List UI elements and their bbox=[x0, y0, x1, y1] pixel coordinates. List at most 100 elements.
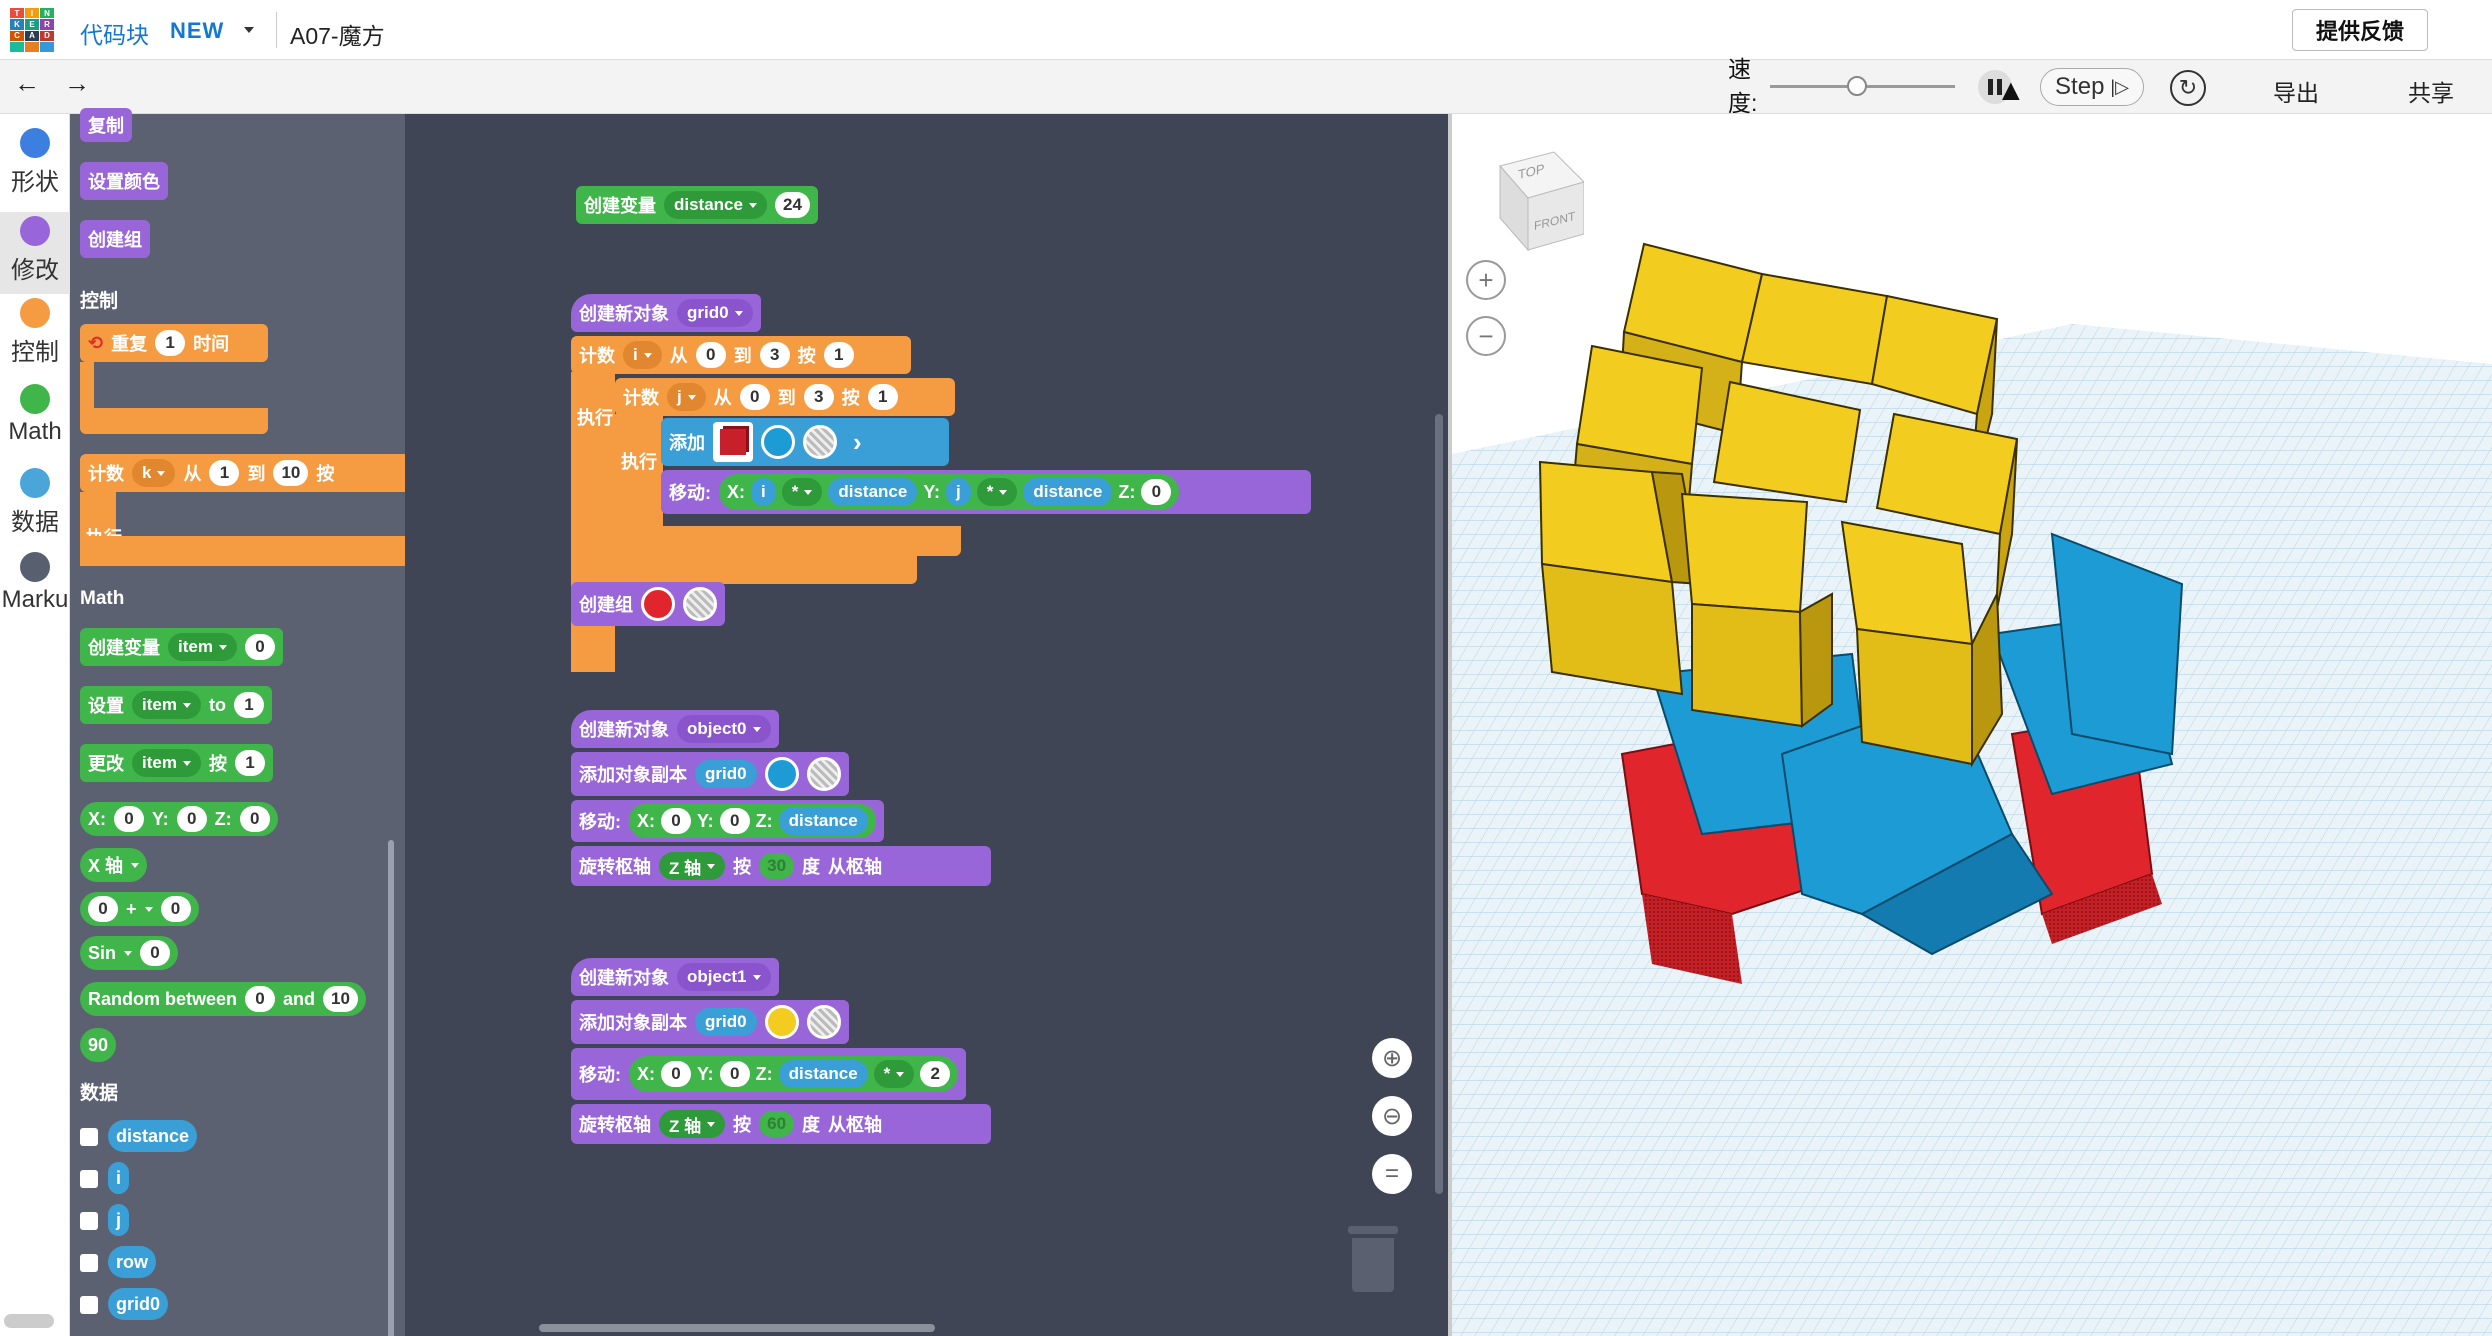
create-group-block[interactable]: 创建组 bbox=[80, 220, 150, 258]
zoom-out-icon[interactable]: ⊖ bbox=[1372, 1096, 1412, 1136]
hole-swatch[interactable] bbox=[683, 587, 717, 621]
create-variable-block[interactable]: 创建变量 distance 24 bbox=[576, 186, 818, 224]
operator-dropdown[interactable]: * bbox=[873, 1060, 915, 1088]
variable-block-distance[interactable]: distance bbox=[778, 1060, 868, 1088]
loop-var-dropdown[interactable]: i bbox=[623, 341, 662, 369]
horizontal-scrollbar[interactable] bbox=[4, 1314, 54, 1328]
zoom-in-icon[interactable]: ⊕ bbox=[1372, 1038, 1412, 1078]
operator-dropdown[interactable]: * bbox=[781, 478, 823, 506]
change-variable-block[interactable]: 更改 item 按 1 bbox=[80, 744, 273, 782]
add-shape-block[interactable]: 添加 › bbox=[661, 418, 949, 466]
axis-dropdown[interactable]: Z 轴 bbox=[659, 852, 726, 880]
category-math[interactable]: Math bbox=[0, 384, 70, 446]
viewport-zoom-in-button[interactable]: + bbox=[1466, 260, 1506, 300]
x-input[interactable]: 0 bbox=[114, 806, 144, 832]
xyz-block[interactable]: X: 0 Y: 0 Z: 0 bbox=[80, 802, 278, 836]
feedback-button[interactable]: 提供反馈 bbox=[2292, 9, 2428, 51]
rotate-pivot-block[interactable]: 旋转枢轴 Z 轴 按 30 度 从枢轴 bbox=[571, 846, 991, 886]
view-cube[interactable]: TOP FRONT bbox=[1494, 146, 1585, 252]
by-input[interactable]: 1 bbox=[823, 342, 854, 368]
object-dropdown[interactable]: grid0 bbox=[677, 299, 753, 327]
variable-block-row[interactable]: row bbox=[108, 1246, 157, 1278]
y-input[interactable]: 0 bbox=[719, 1061, 750, 1087]
z-input[interactable]: 0 bbox=[239, 806, 270, 832]
repeat-block[interactable]: ⟲ 重复 1 时间 bbox=[80, 324, 268, 362]
speed-slider-handle[interactable] bbox=[1846, 76, 1867, 96]
category-control[interactable]: 控制 bbox=[0, 298, 70, 367]
viewport-zoom-out-button[interactable]: − bbox=[1466, 316, 1506, 356]
object-variable[interactable]: grid0 bbox=[695, 760, 757, 788]
flyout-scrollbar[interactable] bbox=[388, 840, 394, 1336]
axis-dropdown[interactable]: Z 轴 bbox=[659, 1110, 726, 1138]
step-button[interactable]: Step |▷ bbox=[2040, 68, 2144, 106]
y-input[interactable]: 0 bbox=[719, 808, 750, 834]
count-loop-inner[interactable]: 计数 j 从 0 到 3 按 1 bbox=[615, 378, 955, 416]
variable-block-i[interactable]: i bbox=[108, 1162, 130, 1194]
move-block[interactable]: 移动: X: 0 Y: 0 Z: distance bbox=[571, 800, 884, 842]
export-button[interactable]: 导出 bbox=[2273, 74, 2319, 108]
variable-block-distance[interactable]: distance bbox=[828, 478, 918, 506]
to-input[interactable]: 3 bbox=[759, 342, 790, 368]
hole-swatch[interactable] bbox=[806, 757, 841, 791]
value-input[interactable]: 0 bbox=[160, 896, 191, 922]
xyz-expression[interactable]: X: 0 Y: 0 Z: distance bbox=[629, 804, 876, 838]
z-input[interactable]: 0 bbox=[1141, 479, 1172, 505]
value-input[interactable]: 0 bbox=[88, 896, 118, 922]
from-input[interactable]: 0 bbox=[695, 342, 726, 368]
color-swatch[interactable] bbox=[764, 1005, 799, 1039]
value-input[interactable]: 1 bbox=[234, 750, 265, 776]
variable-block-j[interactable]: j bbox=[108, 1204, 130, 1236]
variable-block-grid0[interactable]: grid0 bbox=[108, 1288, 169, 1320]
scene-canvas[interactable] bbox=[1452, 114, 2492, 1336]
variable-checkbox[interactable] bbox=[80, 1254, 98, 1272]
sin-block[interactable]: Sin 0 bbox=[80, 936, 179, 970]
object-variable[interactable]: grid0 bbox=[695, 1008, 757, 1036]
y-input[interactable]: 0 bbox=[176, 806, 207, 832]
arithmetic-block[interactable]: 0 + 0 bbox=[80, 892, 199, 926]
from-input[interactable]: 0 bbox=[739, 384, 770, 410]
document-title[interactable]: A07-魔方 bbox=[290, 17, 385, 51]
zoom-reset-icon[interactable]: = bbox=[1372, 1154, 1412, 1194]
code-workspace[interactable]: 创建变量 distance 24 创建新对象 grid0 计数 i 从 0 到 … bbox=[405, 114, 1448, 1336]
create-object-block[interactable]: 创建新对象 grid0 bbox=[571, 294, 761, 332]
redo-icon[interactable]: → bbox=[64, 68, 90, 99]
copy-block[interactable]: 复制 bbox=[80, 108, 132, 142]
angle-input[interactable]: 30 bbox=[759, 853, 795, 879]
tinkercad-logo[interactable]: T I N K E R C A D bbox=[10, 8, 54, 52]
chevron-down-icon[interactable] bbox=[244, 27, 254, 33]
variable-dropdown[interactable]: item bbox=[132, 691, 201, 719]
operator-dropdown[interactable]: * bbox=[976, 478, 1018, 506]
variable-block-distance[interactable]: distance bbox=[778, 807, 868, 835]
repeat-count-input[interactable]: 1 bbox=[155, 330, 186, 356]
create-object-block[interactable]: 创建新对象 object0 bbox=[571, 710, 779, 748]
rotate-pivot-block[interactable]: 旋转枢轴 Z 轴 按 60 度 从枢轴 bbox=[571, 1104, 991, 1144]
value-input[interactable]: 0 bbox=[245, 986, 276, 1012]
app-name[interactable]: 代码块 bbox=[80, 16, 149, 50]
variable-checkbox[interactable] bbox=[80, 1128, 98, 1146]
hole-swatch[interactable] bbox=[806, 1005, 841, 1039]
category-markup[interactable]: Marku bbox=[0, 552, 70, 614]
count-var-dropdown[interactable]: k bbox=[132, 459, 176, 487]
value-input[interactable]: 1 bbox=[233, 692, 264, 718]
random-between-block[interactable]: Random between 0 and 10 bbox=[80, 982, 366, 1016]
create-variable-block[interactable]: 创建变量 item 0 bbox=[80, 628, 283, 666]
hole-swatch[interactable] bbox=[803, 425, 837, 459]
value-input[interactable]: 2 bbox=[920, 1061, 951, 1087]
workspace-horizontal-scrollbar[interactable] bbox=[539, 1324, 935, 1332]
count-block[interactable]: 计数 k 从 1 到 10 按 bbox=[80, 454, 405, 492]
by-input[interactable]: 1 bbox=[867, 384, 898, 410]
loop-var-dropdown[interactable]: j bbox=[667, 383, 706, 411]
color-swatch[interactable] bbox=[641, 587, 675, 621]
create-object-block[interactable]: 创建新对象 object1 bbox=[571, 958, 779, 996]
variable-dropdown[interactable]: item bbox=[132, 749, 201, 777]
variable-checkbox[interactable] bbox=[80, 1296, 98, 1314]
xyz-expression[interactable]: X: i * distance Y: j * distance Z: 0 bbox=[719, 474, 1180, 510]
add-copy-block[interactable]: 添加对象副本 grid0 bbox=[571, 752, 849, 796]
object-dropdown[interactable]: object1 bbox=[677, 963, 771, 991]
variable-block-j[interactable]: j bbox=[946, 478, 971, 506]
object-dropdown[interactable]: object0 bbox=[677, 715, 771, 743]
new-badge[interactable]: NEW bbox=[170, 18, 224, 44]
variable-dropdown[interactable]: item bbox=[168, 633, 237, 661]
value-input[interactable]: 0 bbox=[244, 634, 275, 660]
value-input[interactable]: 0 bbox=[140, 940, 171, 966]
